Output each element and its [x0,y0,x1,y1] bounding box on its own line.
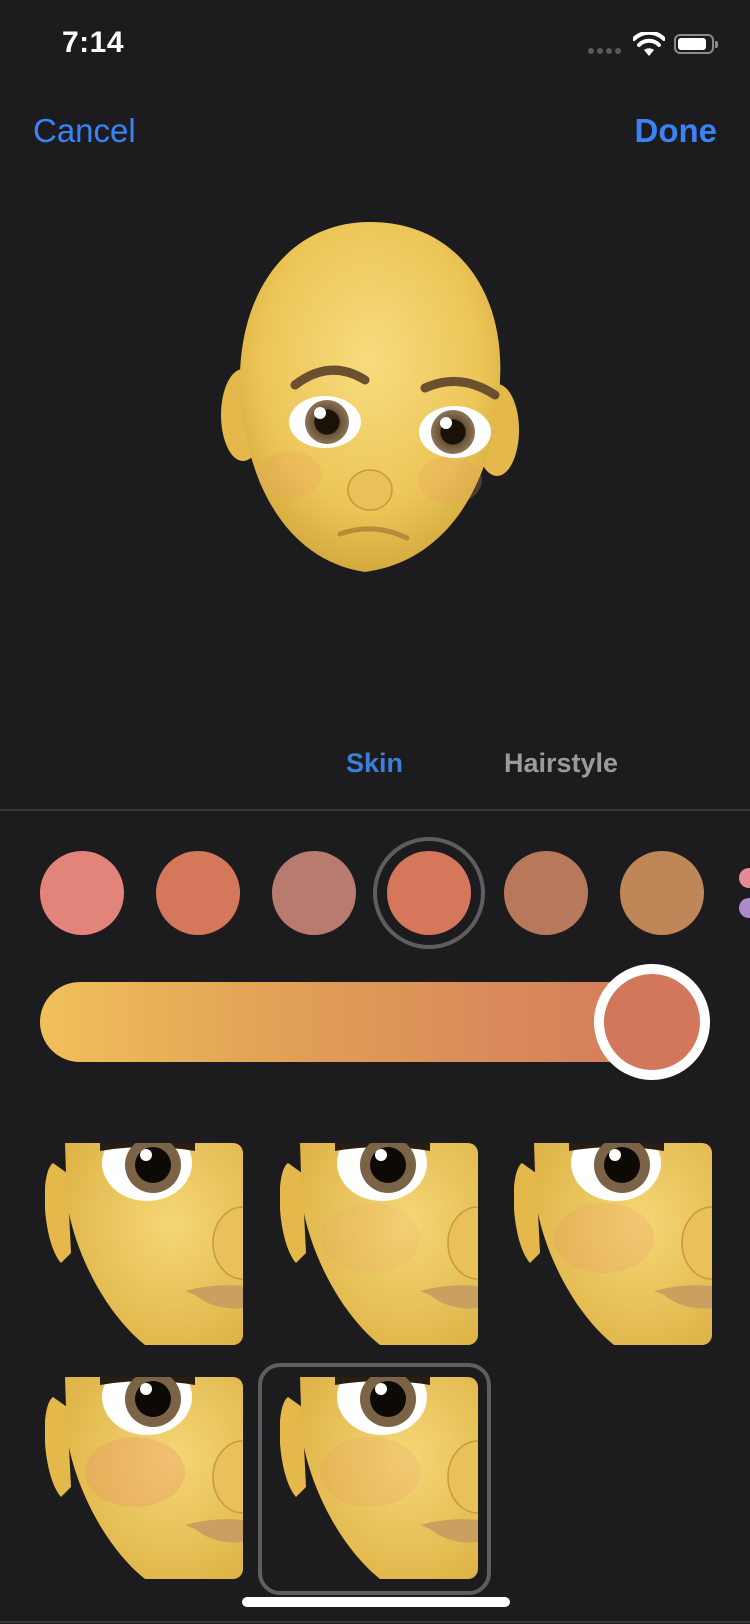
tab-divider [0,809,750,811]
memoji-preview [215,210,525,585]
skin-swatch-1[interactable] [40,851,124,935]
status-time: 7:14 [62,26,125,59]
face-option-2[interactable] [280,1143,478,1345]
face-closeup-icon [45,1143,243,1345]
home-indicator[interactable] [242,1597,510,1607]
skin-swatch-4-selected[interactable] [387,851,471,935]
skin-swatch-6[interactable] [620,851,704,935]
bottom-divider [0,1621,750,1623]
face-option-3[interactable] [514,1143,712,1345]
tab-hairstyle[interactable]: Hairstyle [504,748,618,779]
face-option-4[interactable] [45,1377,243,1579]
battery-icon [674,34,718,54]
done-button[interactable]: Done [635,112,718,150]
skin-swatch-5[interactable] [504,851,588,935]
cancel-button[interactable]: Cancel [33,112,136,150]
face-option-1[interactable] [45,1143,243,1345]
skin-swatch-8-peek[interactable] [739,898,750,918]
skin-swatch-7-peek[interactable] [739,868,750,888]
face-closeup-icon [45,1377,243,1579]
face-closeup-icon [514,1143,712,1345]
face-closeup-icon [280,1143,478,1345]
wifi-icon [632,30,666,63]
skin-swatch-3[interactable] [272,851,356,935]
cellular-signal-icon [588,48,621,54]
skin-swatch-2[interactable] [156,851,240,935]
skin-tone-slider-thumb[interactable] [594,964,710,1080]
tab-skin[interactable]: Skin [346,748,403,779]
face-option-5-selected[interactable] [280,1377,478,1579]
face-closeup-icon [280,1377,478,1579]
